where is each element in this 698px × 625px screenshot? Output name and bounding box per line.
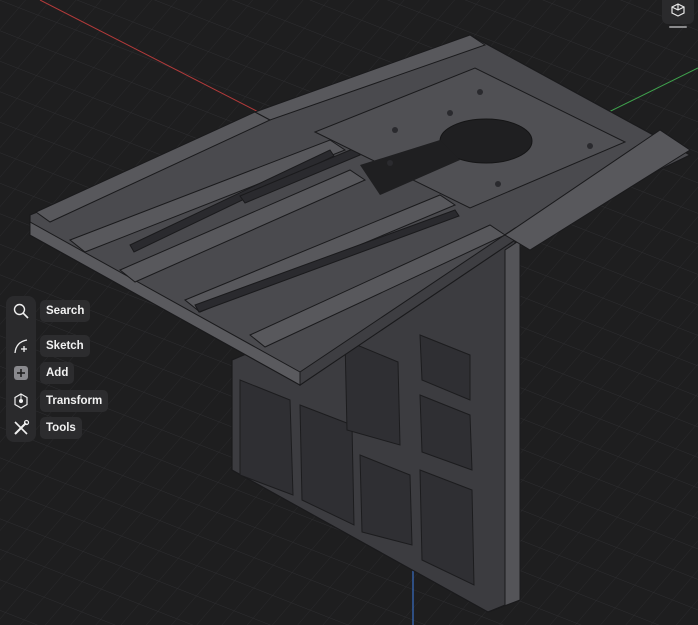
toolbar-item-label: Add xyxy=(40,362,75,384)
search-icon xyxy=(6,298,36,324)
toolbar-item-label: Sketch xyxy=(40,335,90,357)
toolbar-item-label: Transform xyxy=(40,390,109,412)
sketch-icon xyxy=(6,333,36,359)
view-cube-icon xyxy=(671,2,685,22)
toolbar-item-label: Search xyxy=(40,300,91,322)
transform-icon xyxy=(6,388,36,414)
toolbar-item-tools[interactable]: Tools xyxy=(6,415,82,441)
view-cube-button[interactable] xyxy=(662,0,694,24)
add-icon xyxy=(6,360,36,386)
toolbar-item-search[interactable]: Search xyxy=(6,298,91,324)
3d-viewport[interactable] xyxy=(0,0,698,625)
toolbar-item-sketch[interactable]: Sketch xyxy=(6,333,90,359)
view-cube-handle xyxy=(669,26,687,28)
toolbar-item-transform[interactable]: Transform xyxy=(6,388,109,414)
tools-icon xyxy=(6,415,36,441)
toolbar-item-label: Tools xyxy=(40,417,82,439)
toolbar-item-add[interactable]: Add xyxy=(6,360,75,386)
